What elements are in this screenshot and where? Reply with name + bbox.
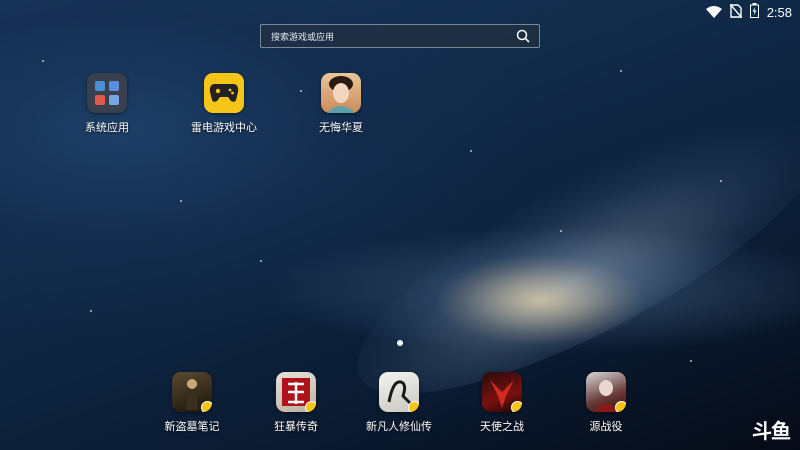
notification-badge — [408, 401, 419, 412]
wifi-icon — [705, 3, 722, 22]
app-leidian-game-center[interactable]: 雷电游戏中心 — [174, 73, 274, 135]
search-input[interactable]: 搜索游戏或应用 — [271, 30, 515, 43]
gamepad-icon — [204, 73, 244, 113]
app-kuangbao-chuanqi[interactable]: 狂暴传奇 — [246, 372, 346, 434]
game-icon — [586, 372, 626, 412]
page-indicator-dot — [397, 340, 403, 346]
app-label: 无悔华夏 — [319, 121, 363, 134]
app-label: 新凡人修仙传 — [366, 420, 432, 433]
app-wuhui-huaxia[interactable]: 无悔华夏 — [291, 73, 391, 135]
app-label: 新盗墓笔记 — [164, 420, 220, 433]
folder-icon — [87, 73, 127, 113]
douyu-watermark: 斗鱼 — [752, 421, 791, 443]
game-icon — [172, 372, 212, 412]
app-system-apps[interactable]: 系统应用 — [57, 73, 157, 135]
app-tianshi-zhizhan[interactable]: 天使之战 — [452, 372, 552, 434]
notification-badge — [615, 401, 626, 412]
notification-badge — [511, 401, 522, 412]
app-label: 天使之战 — [480, 420, 524, 433]
app-xin-fanren-xiuxian[interactable]: 新凡人修仙传 — [349, 372, 449, 434]
game-icon — [379, 372, 419, 412]
emulator-home-screen: 2:58 搜索游戏或应用 系统应用 雷电游戏中心 无悔华夏 新盗墓笔记 狂暴传奇… — [0, 0, 800, 450]
notification-badge — [201, 401, 212, 412]
app-xin-daomu-biji[interactable]: 新盗墓笔记 — [142, 372, 242, 434]
game-icon — [482, 372, 522, 412]
search-icon[interactable] — [515, 28, 531, 44]
no-sim-icon — [729, 3, 743, 22]
app-label: 系统应用 — [85, 121, 129, 134]
status-time: 2:58 — [766, 4, 792, 20]
notification-badge — [305, 401, 316, 412]
app-yuan-zhanyi[interactable]: 源战役 — [556, 372, 656, 434]
portrait-icon — [321, 73, 361, 113]
status-bar: 2:58 — [705, 0, 792, 24]
app-label: 源战役 — [589, 420, 623, 433]
search-bar[interactable]: 搜索游戏或应用 — [260, 24, 540, 48]
app-label: 狂暴传奇 — [274, 420, 318, 433]
game-icon — [276, 372, 316, 412]
battery-icon — [749, 2, 759, 22]
app-label: 雷电游戏中心 — [191, 121, 257, 134]
